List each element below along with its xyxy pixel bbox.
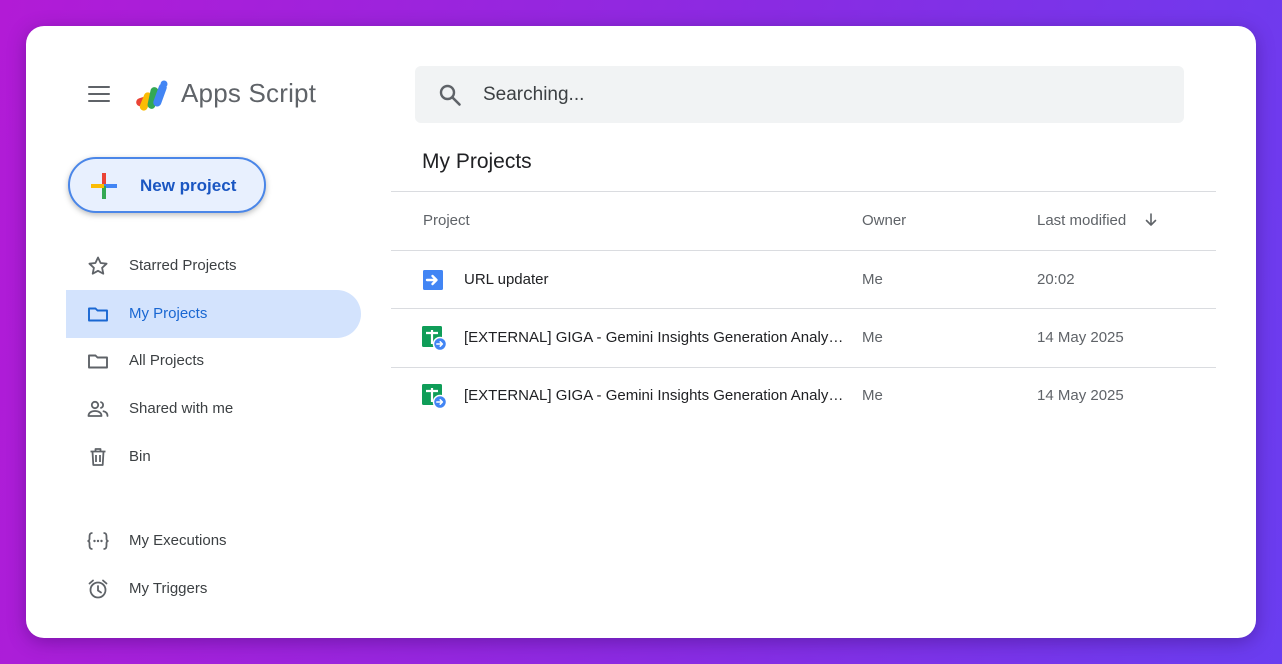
divider	[391, 191, 1216, 192]
alarm-clock-icon	[88, 579, 108, 599]
search-input[interactable]	[483, 76, 1163, 113]
trash-icon	[90, 448, 106, 466]
sheets-bound-script-icon	[422, 326, 447, 351]
nav-item-label: All Projects	[129, 352, 205, 369]
executions-icon	[87, 532, 109, 550]
nav-item-label: Starred Projects	[129, 257, 237, 274]
project-owner: Me	[862, 329, 883, 346]
column-header-last-modified[interactable]: Last modified	[1037, 212, 1126, 229]
new-project-button[interactable]: New project	[68, 157, 266, 213]
project-row[interactable]: [EXTERNAL] GIGA - Gemini Insights Genera…	[391, 309, 1216, 367]
nav-item-label: My Projects	[129, 305, 208, 322]
nav-item-label: Bin	[129, 448, 151, 465]
nav-item-starred-projects[interactable]: Starred Projects	[66, 242, 361, 290]
nav-item-bin[interactable]: Bin	[66, 433, 361, 481]
nav-item-my-projects[interactable]: My Projects	[66, 290, 361, 338]
nav-item-label: My Executions	[129, 532, 227, 549]
project-name[interactable]: URL updater	[464, 271, 844, 288]
search-bar[interactable]	[415, 66, 1184, 123]
project-owner: Me	[862, 387, 883, 404]
apps-script-window: Apps Script New project Starred Projects…	[26, 26, 1256, 638]
project-last-modified: 20:02	[1037, 271, 1075, 288]
project-last-modified: 14 May 2025	[1037, 387, 1124, 404]
nav-item-label: My Triggers	[129, 580, 208, 597]
sort-descending-arrow-icon[interactable]	[1144, 212, 1158, 228]
project-name[interactable]: [EXTERNAL] GIGA - Gemini Insights Genera…	[464, 387, 844, 404]
folder-icon	[88, 307, 108, 322]
folder-icon	[88, 354, 108, 369]
main-menu-icon[interactable]	[88, 86, 110, 102]
column-header-project: Project	[423, 212, 470, 229]
project-owner: Me	[862, 271, 883, 288]
project-row[interactable]: [EXTERNAL] GIGA - Gemini Insights Genera…	[391, 367, 1216, 425]
project-name[interactable]: [EXTERNAL] GIGA - Gemini Insights Genera…	[464, 329, 844, 346]
nav-item-my-triggers[interactable]: My Triggers	[66, 565, 361, 613]
star-icon	[88, 256, 108, 275]
app-title[interactable]: Apps Script	[181, 78, 316, 109]
people-icon	[87, 400, 109, 417]
nav-item-all-projects[interactable]: All Projects	[66, 337, 361, 385]
apps-script-logo-icon	[136, 80, 168, 111]
search-icon[interactable]	[437, 82, 463, 108]
nav-item-label: Shared with me	[129, 400, 234, 417]
nav-item-shared-with-me[interactable]: Shared with me	[66, 385, 361, 433]
sheets-bound-script-icon	[422, 384, 447, 409]
nav-item-my-executions[interactable]: My Executions	[66, 517, 361, 565]
standalone-script-icon	[423, 270, 443, 290]
new-project-label: New project	[140, 176, 237, 195]
project-last-modified: 14 May 2025	[1037, 329, 1124, 346]
plus-icon	[91, 173, 117, 199]
page-title: My Projects	[422, 150, 532, 173]
project-row[interactable]: URL updater Me 20:02	[391, 251, 1216, 309]
column-header-owner: Owner	[862, 212, 907, 229]
